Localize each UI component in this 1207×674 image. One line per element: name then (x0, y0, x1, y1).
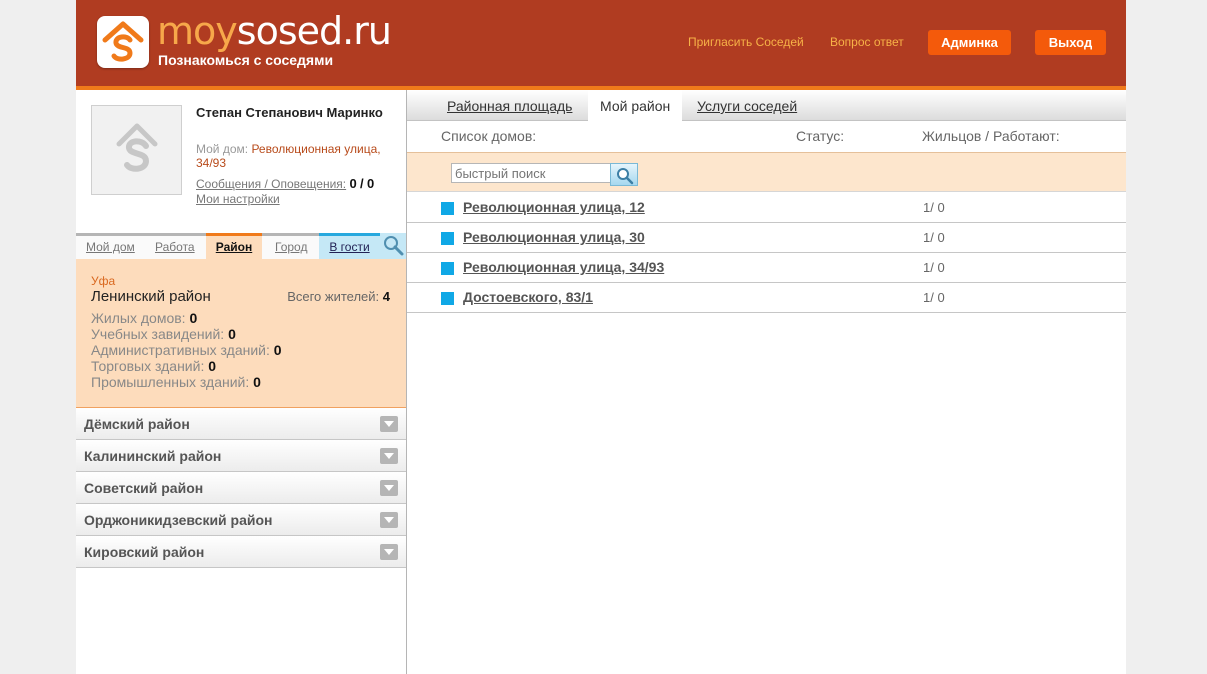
stat-label: Промышленных зданий: (91, 374, 250, 390)
house-residents: 1/ 0 (923, 290, 945, 305)
stat-value: 0 (208, 358, 217, 374)
my-home-label: Мой дом: (196, 142, 249, 156)
total-residents-value: 4 (382, 289, 390, 304)
stat-label: Жилых домов: (91, 310, 186, 326)
city-name: Уфа (91, 274, 116, 288)
alerts-count: 0 (367, 176, 375, 191)
stat-value: 0 (189, 310, 198, 326)
district-row-label: Орджоникидзевский район (84, 512, 273, 528)
chevron-down-icon[interactable] (380, 512, 398, 528)
table-row: Революционная улица, 12 1/ 0 (407, 193, 1126, 223)
faq-link[interactable]: Вопрос ответ (830, 35, 904, 49)
right-tabs: Районная площадь Мой район Услуги соседе… (407, 90, 1126, 121)
user-name: Степан Степанович Маринко (196, 105, 383, 120)
district-row-label: Советский район (84, 480, 204, 496)
district-name: Ленинский район (91, 288, 211, 305)
district-row-label: Калининский район (84, 448, 222, 464)
chevron-down-icon[interactable] (380, 544, 398, 560)
table-row: Революционная улица, 34/93 1/ 0 (407, 253, 1126, 283)
settings-link[interactable]: Мои настройки (196, 192, 280, 206)
page: moysosed.ru Познакомься с соседями Пригл… (76, 0, 1126, 674)
logo-moy: moy (157, 9, 238, 53)
chevron-down-icon[interactable] (380, 416, 398, 432)
house-link[interactable]: Достоевского, 83/1 (463, 289, 593, 305)
house-link[interactable]: Революционная улица, 30 (463, 229, 645, 245)
stat-administrative: Административных зданий: 0 (91, 342, 282, 358)
house-residents: 1/ 0 (923, 230, 945, 245)
stat-label: Торговых зданий: (91, 358, 205, 374)
left-sidebar: Степан Степанович Маринко Мой дом: Револ… (76, 90, 407, 674)
tab-my-district[interactable]: Мой район (588, 90, 683, 121)
house-marker-icon (441, 292, 454, 305)
district-row[interactable]: Орджоникидзевский район (76, 504, 406, 536)
stat-value: 0 (273, 342, 282, 358)
search-bar (407, 152, 1126, 192)
chevron-down-icon[interactable] (380, 480, 398, 496)
messages: Сообщения / Оповещения: 0 / 0 (196, 176, 374, 191)
logo-text[interactable]: moysosed.ru (157, 9, 392, 53)
messages-count: 0 (349, 176, 357, 191)
house-marker-icon (441, 202, 454, 215)
search-button[interactable] (610, 163, 638, 186)
district-row-label: Дёмский район (84, 416, 190, 432)
admin-button[interactable]: Админка (928, 30, 1011, 55)
stat-label: Административных зданий: (91, 342, 270, 358)
messages-separator: / (360, 176, 364, 191)
tab-visit[interactable]: В гости (319, 233, 380, 259)
table-row: Революционная улица, 30 1/ 0 (407, 223, 1126, 253)
house-residents: 1/ 0 (923, 200, 945, 215)
logout-button[interactable]: Выход (1035, 30, 1106, 55)
header: moysosed.ru Познакомься с соседями Пригл… (76, 0, 1126, 86)
table-row: Достоевского, 83/1 1/ 0 (407, 283, 1126, 313)
chevron-down-icon[interactable] (380, 448, 398, 464)
total-residents-label: Всего жителей: (287, 289, 380, 304)
tab-city[interactable]: Город (275, 236, 307, 259)
logo-icon[interactable] (97, 16, 149, 68)
logo-domain: sosed.ru (236, 9, 392, 53)
quick-search-input[interactable] (451, 163, 611, 183)
house-marker-icon (441, 232, 454, 245)
logo-tagline: Познакомься с соседями (158, 52, 334, 68)
tab-my-home[interactable]: Мой дом (86, 236, 135, 259)
total-residents: Всего жителей: 4 (287, 289, 390, 304)
district-row[interactable]: Советский район (76, 472, 406, 504)
house-link[interactable]: Революционная улица, 34/93 (463, 259, 664, 275)
stat-industrial: Промышленных зданий: 0 (91, 374, 261, 390)
stat-value: 0 (253, 374, 261, 390)
district-row[interactable]: Дёмский район (76, 408, 406, 440)
district-row[interactable]: Калининский район (76, 440, 406, 472)
search-icon[interactable] (380, 233, 406, 259)
tab-district-square[interactable]: Районная площадь (447, 98, 572, 114)
avatar[interactable] (91, 105, 182, 195)
column-residents: Жильцов / Работают: (922, 128, 1060, 144)
invite-neighbors-link[interactable]: Пригласить Соседей (688, 35, 804, 49)
left-tabs: Мой дом Работа Район Город В гости (76, 233, 406, 259)
column-status: Статус: (796, 128, 845, 144)
stat-commercial: Торговых зданий: 0 (91, 358, 216, 374)
tab-district[interactable]: Район (206, 233, 262, 259)
house-marker-icon (441, 262, 454, 275)
messages-link[interactable]: Сообщения / Оповещения: (196, 177, 346, 191)
tab-work[interactable]: Работа (155, 236, 195, 259)
stat-educational: Учебных завидений: 0 (91, 326, 236, 342)
district-info-panel: Уфа Ленинский район Всего жителей: 4 Жил… (76, 259, 406, 408)
tab-neighbor-services[interactable]: Услуги соседей (697, 98, 797, 114)
house-link[interactable]: Революционная улица, 12 (463, 199, 645, 215)
stat-value: 0 (228, 326, 236, 342)
district-row[interactable]: Кировский район (76, 536, 406, 568)
my-home: Мой дом: Революционная улица, 34/93 (196, 142, 396, 170)
stat-label: Учебных завидений: (91, 326, 225, 342)
house-residents: 1/ 0 (923, 260, 945, 275)
stat-residential: Жилых домов: 0 (91, 310, 197, 326)
district-row-label: Кировский район (84, 544, 205, 560)
column-houses: Список домов: (441, 128, 537, 144)
